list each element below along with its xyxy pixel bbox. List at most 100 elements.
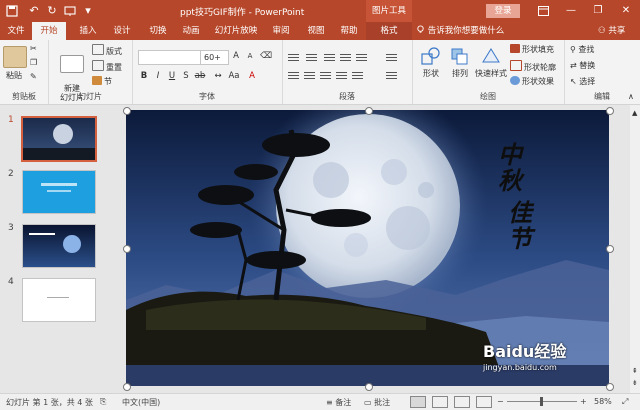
shape-fill-button[interactable]: 形状填充 — [510, 44, 554, 55]
prev-slide-icon[interactable]: ⇞ — [632, 367, 638, 375]
cut-icon[interactable]: ✂ — [30, 44, 37, 53]
close-button[interactable]: ✕ — [617, 3, 635, 19]
restore-button[interactable]: ❐ — [589, 3, 607, 19]
format-painter-icon[interactable]: ✎ — [30, 72, 37, 81]
minimize-button[interactable]: — — [562, 3, 580, 19]
slide-title-line1[interactable]: 中秋 — [498, 142, 528, 194]
bold-icon[interactable]: B — [138, 70, 150, 82]
present-icon[interactable] — [62, 3, 78, 19]
resize-handle[interactable] — [123, 245, 131, 253]
slide-title-line2[interactable]: 佳节 — [508, 200, 538, 252]
notes-button[interactable]: ≡ 备注 — [326, 397, 351, 408]
redo-icon[interactable]: ↻ — [44, 3, 60, 19]
collapse-ribbon-icon[interactable]: ∧ — [628, 92, 634, 101]
numbering-icon[interactable] — [306, 52, 317, 61]
shapes-button[interactable]: 形状 — [416, 46, 446, 79]
zoom-level[interactable]: 58% — [594, 397, 612, 406]
slide-thumbnail-4[interactable] — [22, 278, 96, 322]
justify-icon[interactable] — [336, 70, 347, 79]
tab-insert[interactable]: 插入 — [72, 22, 104, 40]
arrange-button[interactable]: 排列 — [446, 46, 474, 79]
tab-file[interactable]: 文件 — [0, 22, 32, 40]
resize-handle[interactable] — [606, 107, 614, 115]
select-button[interactable]: ↖ 选择 — [570, 76, 595, 87]
italic-icon[interactable]: I — [152, 70, 164, 82]
resize-handle[interactable] — [365, 107, 373, 115]
underline-icon[interactable]: U — [166, 70, 178, 82]
normal-view-icon[interactable] — [410, 396, 426, 408]
tab-transitions[interactable]: 切换 — [142, 22, 174, 40]
change-case-icon[interactable]: Aa — [228, 70, 240, 82]
tab-design[interactable]: 设计 — [106, 22, 138, 40]
line-spacing-icon[interactable] — [356, 52, 367, 61]
login-button[interactable]: 登录 — [486, 4, 520, 18]
tab-home[interactable]: 开始 — [32, 22, 66, 40]
font-color-icon[interactable]: A — [246, 70, 258, 82]
shrink-font-icon[interactable]: A — [244, 50, 256, 62]
fit-slide-icon[interactable]: ⤢ — [622, 397, 628, 407]
reset-button[interactable]: 重置 — [92, 60, 122, 73]
replace-button[interactable]: ⇄ 替换 — [570, 60, 595, 71]
watermark-brand: Baidu经验 — [483, 342, 567, 361]
align-center-icon[interactable] — [304, 70, 315, 79]
zoom-in-icon[interactable]: + — [580, 397, 587, 406]
tab-animations[interactable]: 动画 — [175, 22, 207, 40]
comments-button[interactable]: ▭ 批注 — [364, 397, 390, 408]
columns-icon[interactable] — [352, 70, 363, 79]
customize-icon[interactable]: ▾ — [80, 3, 96, 19]
clear-format-icon[interactable]: ⌫ — [260, 50, 272, 62]
save-icon[interactable] — [4, 3, 20, 19]
tab-help[interactable]: 帮助 — [333, 22, 365, 40]
zoom-out-icon[interactable]: − — [497, 397, 504, 406]
quick-styles-button[interactable]: 快速样式 — [474, 46, 508, 79]
scroll-up-icon[interactable]: ▲ — [632, 109, 637, 117]
share-button[interactable]: ⚇ 共享 — [598, 25, 625, 38]
find-button[interactable]: ⚲ 查找 — [570, 44, 594, 55]
resize-handle[interactable] — [365, 383, 373, 391]
group-slides: 新建 幻灯片 版式 重置 节 幻灯片 — [48, 40, 133, 104]
zoom-slider-thumb[interactable] — [540, 397, 543, 406]
align-left-icon[interactable] — [288, 70, 299, 79]
font-size-field[interactable]: 60+ — [200, 50, 229, 65]
paste-button[interactable]: 粘贴 — [3, 46, 27, 81]
reading-view-icon[interactable] — [454, 396, 470, 408]
strikethrough-icon[interactable]: ab — [194, 70, 206, 82]
ribbon-display-icon[interactable] — [534, 3, 552, 19]
resize-handle[interactable] — [123, 383, 131, 391]
undo-icon[interactable]: ↶ — [26, 3, 42, 19]
shadow-icon[interactable]: S — [180, 70, 192, 82]
grow-font-icon[interactable]: A — [230, 50, 242, 62]
tab-slideshow[interactable]: 幻灯片放映 — [210, 22, 262, 40]
decrease-indent-icon[interactable] — [324, 52, 335, 61]
align-text-icon[interactable] — [386, 70, 397, 79]
increase-indent-icon[interactable] — [340, 52, 351, 61]
font-name-field[interactable] — [138, 50, 201, 65]
tab-view[interactable]: 视图 — [300, 22, 332, 40]
slide-thumbnail-2[interactable] — [22, 170, 96, 214]
shape-outline-button[interactable]: 形状轮廓 — [510, 60, 556, 73]
slide-thumbnail-3[interactable] — [22, 224, 96, 268]
vertical-scrollbar[interactable]: ▲ ⇞ ⇟ — [630, 105, 640, 393]
slide-sorter-icon[interactable] — [432, 396, 448, 408]
copy-icon[interactable]: ❐ — [30, 58, 37, 67]
spell-check-icon[interactable]: ⎘ — [100, 397, 106, 407]
slide-thumbnail-1[interactable] — [21, 116, 97, 162]
tab-review[interactable]: 审阅 — [265, 22, 297, 40]
shapes-icon — [421, 47, 440, 65]
resize-handle[interactable] — [606, 383, 614, 391]
planet-thumb — [63, 235, 81, 253]
section-button[interactable]: 节 — [92, 76, 112, 87]
resize-handle[interactable] — [606, 245, 614, 253]
tell-me-search[interactable]: 告诉我你想要做什么 — [416, 25, 504, 38]
resize-handle[interactable] — [123, 107, 131, 115]
language-indicator[interactable]: 中文(中国) — [122, 397, 160, 408]
next-slide-icon[interactable]: ⇟ — [632, 379, 638, 387]
tab-format[interactable]: 格式 — [366, 22, 412, 40]
text-direction-icon[interactable] — [386, 52, 397, 61]
char-spacing-icon[interactable]: ↔ — [212, 70, 224, 82]
shape-effects-button[interactable]: 形状效果 — [510, 76, 554, 87]
align-right-icon[interactable] — [320, 70, 331, 79]
slideshow-view-icon[interactable] — [476, 396, 492, 408]
bullets-icon[interactable] — [288, 52, 299, 61]
layout-button[interactable]: 版式 — [92, 44, 122, 57]
